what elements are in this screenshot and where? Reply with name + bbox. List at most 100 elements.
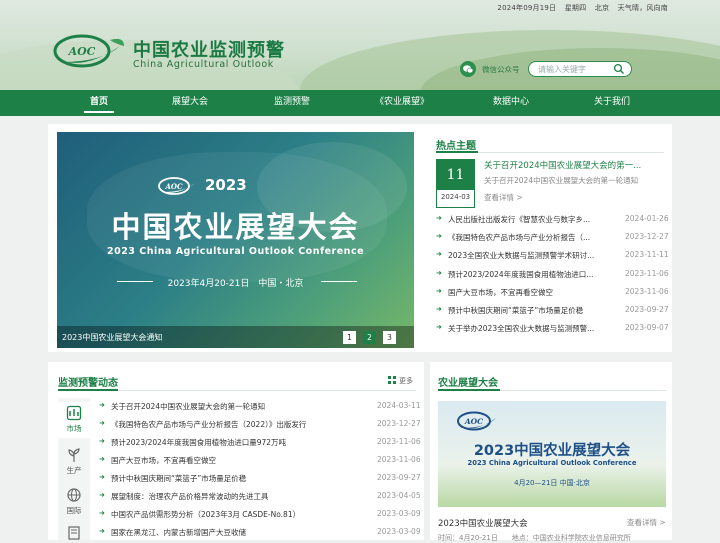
item-title[interactable]: 《我国特色农产品市场与产业分析报告（... — [448, 232, 590, 243]
arrow-right-icon: ➜ — [99, 419, 105, 427]
monitor-title: 监测预警动态 — [58, 378, 118, 389]
item-title[interactable]: 关于举办2023全国农业大数据与监测预警... — [448, 323, 594, 334]
arrow-right-icon: ➜ — [99, 455, 105, 463]
item-title[interactable]: 预计2023/2024年度我国食用植物油进口... — [448, 269, 593, 280]
arrow-right-icon: ➜ — [436, 305, 442, 313]
item-date: 2023-11-06 — [625, 268, 669, 278]
section-underline — [436, 151, 478, 153]
document-icon — [68, 526, 80, 540]
outlook-meta: 时间：4月20-21日 地点：中国农业科学院农业信息研究所 — [438, 534, 631, 542]
conference-title: 中国农业展望大会 — [111, 210, 360, 244]
tab-production[interactable]: 生产 — [58, 444, 90, 478]
item-title[interactable]: 《我国特色农产品市场与产业分析报告（2022）》出版发行 — [111, 419, 306, 430]
item-title[interactable]: 关于召开2024中国农业展望大会的第一轮通知 — [111, 401, 265, 412]
item-title[interactable]: 人民出版社出版发行《智慧农业与数字乡... — [448, 214, 590, 225]
item-title[interactable]: 国产大豆市场，不宜再看空做空 — [448, 287, 553, 298]
current-date: 2024年09月19日 — [497, 4, 557, 12]
aoc-logo: AOC — [158, 177, 195, 195]
divider — [321, 281, 357, 282]
hero-carousel[interactable]: AOC 2023 中国农业展望大会 2023 China Agricultura… — [57, 132, 414, 348]
section-underline — [438, 389, 500, 391]
item-title[interactable]: 国家在黑龙江、内蒙古新增国产大豆收储 — [111, 527, 246, 538]
site-name-en: China Agricultural Outlook — [133, 59, 274, 70]
arrow-right-icon: ➜ — [436, 250, 442, 259]
item-date: 2024-03-11 — [377, 401, 421, 410]
item-date: 2023-11-06 — [625, 286, 669, 296]
arrow-right-icon: ➜ — [436, 232, 442, 241]
item-date: 2023-09-27 — [377, 473, 421, 482]
logo-text: AOC — [68, 45, 96, 58]
nav-conference[interactable]: 展望大会 — [166, 90, 214, 116]
carousel-page-1[interactable]: 1 — [343, 331, 356, 344]
nav-about[interactable]: 关于我们 — [588, 90, 636, 116]
item-date: 2023-12-27 — [377, 419, 421, 428]
item-title[interactable]: 国产大豆市场，不宜再看空做空 — [111, 455, 216, 466]
arrow-right-icon: ➜ — [99, 509, 105, 517]
aoc-logo[interactable]: AOC — [52, 32, 126, 70]
tab-label: 生产 — [66, 466, 82, 475]
outlook-caption[interactable]: 2023中国农业展望大会 — [438, 517, 528, 529]
arrow-right-icon: ➜ — [436, 268, 442, 277]
item-title[interactable]: 中国农产品供需形势分析（2023年3月 CASDE-No.81） — [111, 509, 300, 520]
item-title[interactable]: 预计中秋国庆期间“菜篮子”市场量足价稳 — [448, 305, 583, 316]
hot-topics-title: 热点主题 — [436, 141, 476, 152]
conference-year: 2023 — [205, 176, 247, 194]
featured-year-month: 2024-03 — [440, 193, 471, 201]
tab-documents[interactable] — [58, 524, 90, 540]
production-icon — [68, 448, 80, 462]
nav-data-center[interactable]: 数据中心 — [487, 90, 535, 116]
item-title[interactable]: 预计中秋国庆期间“菜篮子”市场量足价稳 — [111, 473, 246, 484]
main-nav: 首页 展望大会 监测预警 《农业展望》 数据中心 关于我们 — [0, 90, 720, 116]
arrow-right-icon: ➜ — [99, 437, 105, 445]
item-date: 2023-04-05 — [377, 491, 421, 500]
item-title[interactable]: 2023全国农业大数据与监测预警学术研讨... — [448, 250, 594, 261]
nav-journal[interactable]: 《农业展望》 — [372, 90, 432, 116]
item-title[interactable]: 预计2023/2024年度我国食用植物油进口量972万吨 — [111, 437, 286, 448]
current-weather: 天气晴，风向南 — [617, 4, 668, 12]
item-title[interactable]: 展望制度：治理农产品价格异常波动的先进工具 — [111, 491, 269, 502]
section-underline — [58, 389, 118, 391]
featured-day: 11 — [437, 160, 474, 190]
wechat-icon[interactable] — [460, 61, 476, 77]
logo-text: AOC — [164, 182, 183, 191]
featured-date-badge: 11 2024-03 — [436, 159, 475, 208]
banner-date: 4月20—21日 中国·北京 — [514, 479, 590, 487]
outlook-more-link[interactable]: 查看详情 > — [627, 517, 666, 528]
carousel-caption[interactable]: 2023中国农业展望大会通知 — [62, 332, 162, 343]
tab-international[interactable]: 国际 — [58, 484, 90, 518]
arrow-right-icon: ➜ — [99, 491, 105, 499]
market-icon — [66, 405, 82, 421]
current-weekday: 星期四 — [564, 4, 587, 12]
monitor-more-link[interactable]: 更多 — [399, 376, 413, 386]
grid-icon[interactable] — [388, 376, 396, 384]
date-weather-line: 2024年09月19日 星期四 北京 天气晴，风向南 — [491, 3, 668, 13]
conference-subtitle: 2023 China Agricultural Outlook Conferen… — [106, 246, 365, 257]
conference-date: 2023年4月20-21日 中国・北京 — [167, 279, 304, 289]
tab-market[interactable]: 市场 — [58, 402, 90, 438]
logo-text: AOC — [464, 417, 483, 426]
item-date: 2023-11-06 — [377, 455, 421, 464]
item-date: 2023-11-06 — [377, 437, 421, 446]
item-date: 2023-09-27 — [625, 305, 669, 314]
outlook-banner[interactable]: AOC 2023中国农业展望大会 2023 China Agricultural… — [438, 401, 666, 507]
carousel-page-3[interactable]: 3 — [383, 331, 396, 344]
featured-title[interactable]: 关于召开2024中国农业展望大会的第一... — [484, 159, 641, 171]
arrow-right-icon: ➜ — [99, 473, 105, 481]
item-date: 2023-09-07 — [625, 323, 669, 333]
item-date: 2023-11-11 — [625, 250, 669, 260]
search-icon[interactable] — [613, 63, 625, 75]
wechat-label[interactable]: 微信公众号 — [482, 64, 520, 75]
featured-description: 关于召开2024中国农业展望大会的第一轮通知 — [484, 176, 639, 185]
tab-label: 国际 — [66, 506, 82, 515]
nav-home[interactable]: 首页 — [84, 90, 114, 116]
arrow-right-icon: ➜ — [99, 401, 105, 409]
featured-more-link[interactable]: 查看详情 > — [484, 192, 523, 203]
nav-monitoring[interactable]: 监测预警 — [268, 90, 316, 116]
arrow-right-icon: ➜ — [99, 527, 105, 535]
carousel-page-2[interactable]: 2 — [363, 331, 376, 344]
item-date: 2023-12-27 — [625, 232, 669, 242]
arrow-right-icon: ➜ — [436, 286, 442, 295]
item-date: 2024-01-26 — [625, 214, 669, 223]
tab-label: 市场 — [66, 424, 82, 433]
arrow-right-icon: ➜ — [436, 214, 442, 222]
